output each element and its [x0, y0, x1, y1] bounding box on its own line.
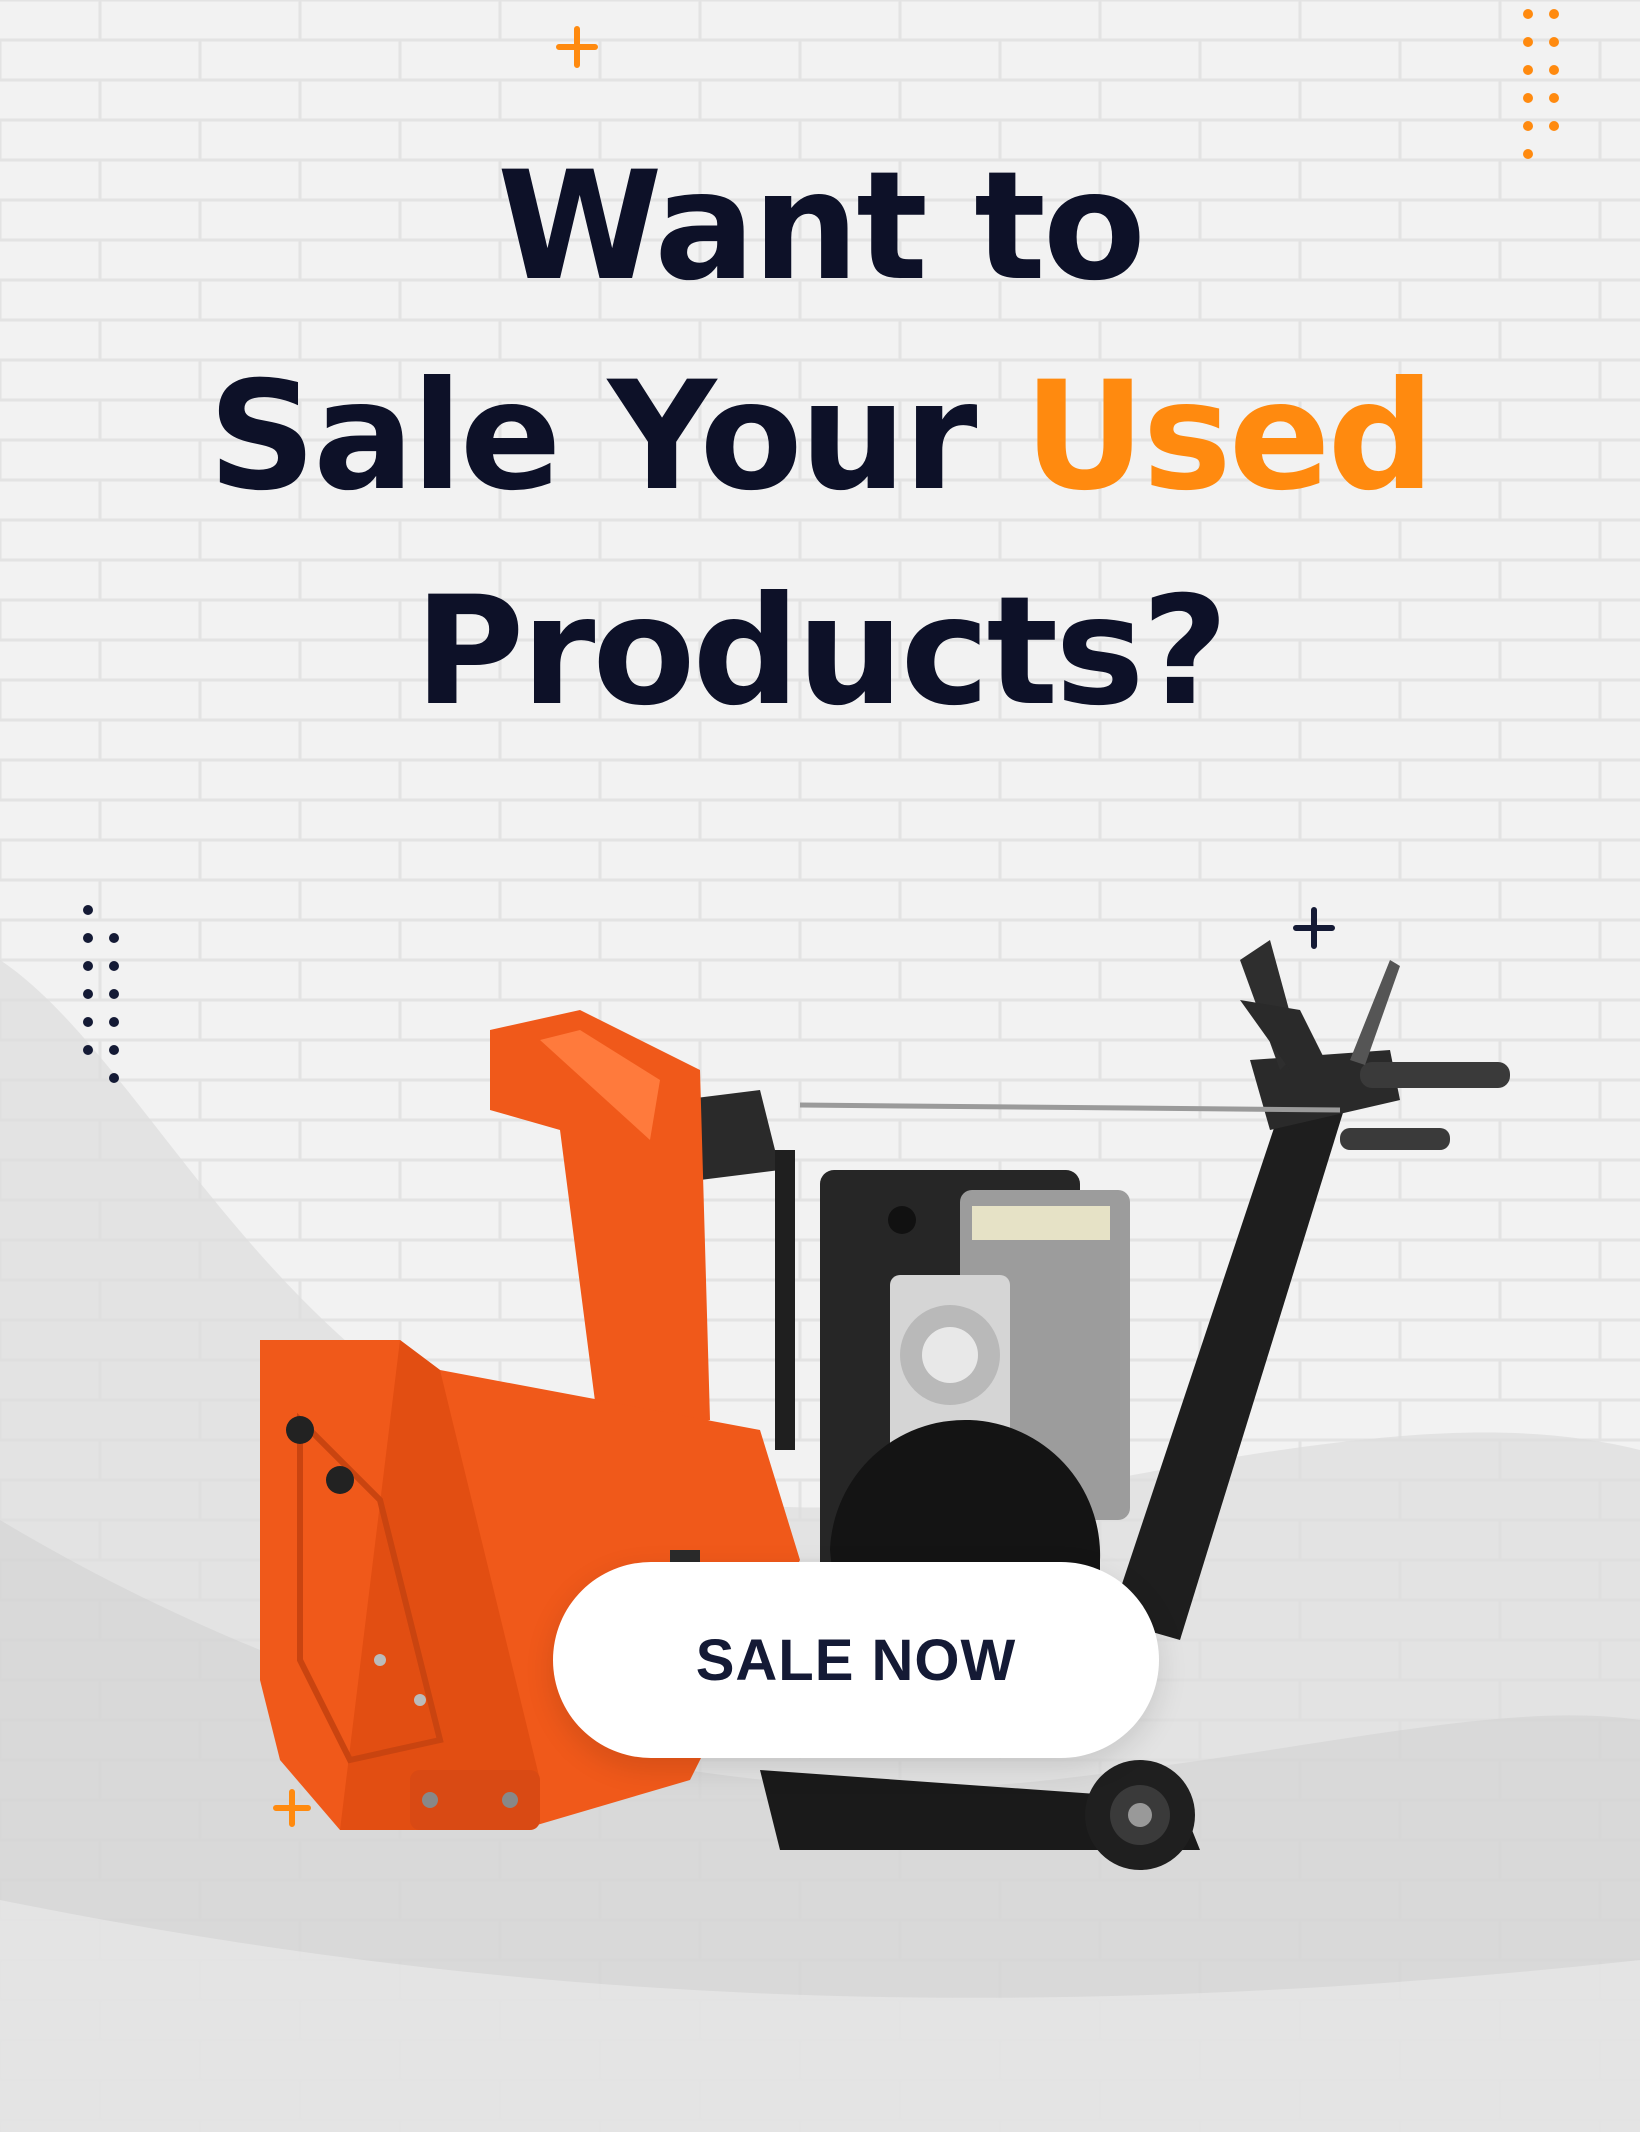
- plus-icon: [556, 26, 598, 68]
- headline-line-3: Products?: [414, 565, 1228, 739]
- headline-line-2: Sale Your Used: [0, 350, 1640, 524]
- dot-grid-icon: [83, 905, 119, 1083]
- headline-line-1: Want to: [497, 140, 1146, 314]
- sale-now-label: SALE NOW: [695, 1627, 1017, 1693]
- headline-prefix: Sale Your: [208, 350, 1024, 524]
- sale-now-button[interactable]: SALE NOW: [553, 1562, 1159, 1758]
- headline-accent-word: Used: [1023, 350, 1435, 524]
